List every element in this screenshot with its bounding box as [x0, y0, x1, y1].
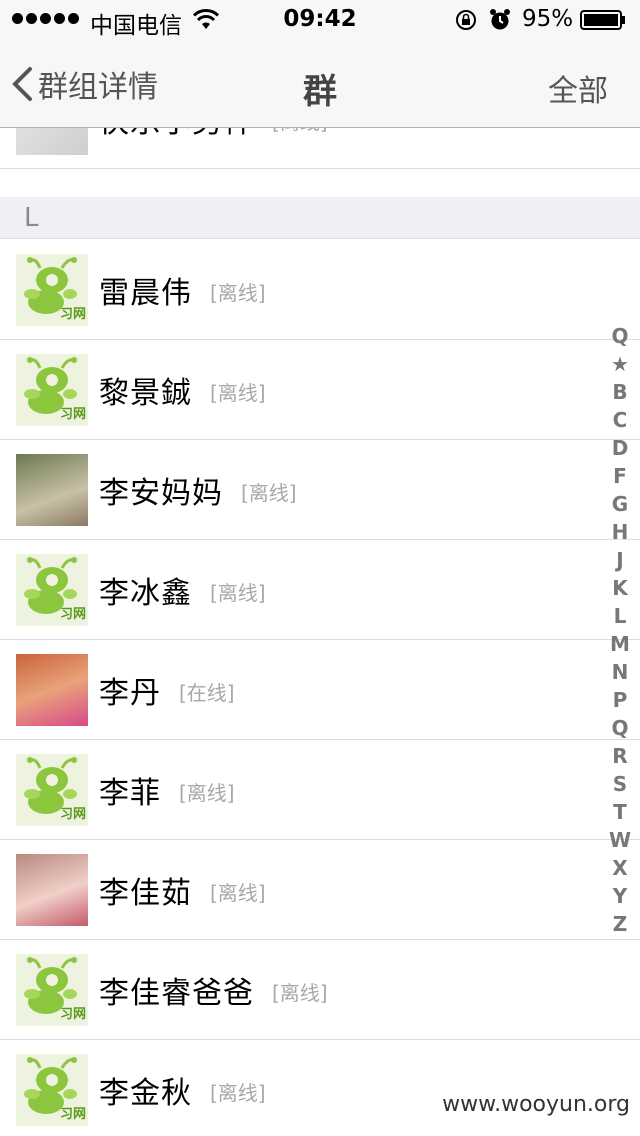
online-status: [离线]	[210, 1081, 266, 1105]
member-row[interactable]: 李佳茹 [离线]	[0, 840, 640, 940]
avatar: 习网	[16, 1054, 88, 1126]
section-letter: L	[24, 203, 39, 233]
member-name: 李安妈妈 [离线]	[99, 468, 297, 512]
avatar	[16, 128, 88, 155]
member-name: 雷晨伟 [离线]	[99, 268, 266, 312]
alarm-icon	[490, 9, 510, 30]
index-letter[interactable]: F	[604, 462, 636, 490]
index-letter[interactable]: T	[604, 798, 636, 826]
member-row[interactable]: 快乐小男神 [离线]	[0, 128, 640, 169]
member-name-text: 李佳茹	[99, 876, 192, 911]
index-letter[interactable]: W	[604, 826, 636, 854]
show-all-button[interactable]: 全部	[548, 66, 608, 110]
avatar	[16, 854, 88, 926]
online-status: [离线]	[210, 381, 266, 405]
member-name: 李冰鑫 [离线]	[99, 568, 266, 612]
alphabet-index[interactable]: Q ★ B C D F G H J K L M N P Q R S T W X Y Z	[604, 322, 636, 938]
back-button[interactable]: 群组详情	[10, 64, 158, 105]
logo-text: 习网	[59, 407, 86, 422]
member-row[interactable]: 习网 李冰鑫 [离线]	[0, 540, 640, 640]
index-star-icon[interactable]: ★	[604, 350, 636, 378]
member-name-text: 黎景鋮	[99, 376, 192, 411]
index-letter[interactable]: R	[604, 742, 636, 770]
member-name-text: 李佳睿爸爸	[99, 976, 254, 1011]
member-name: 李佳茹 [离线]	[99, 868, 266, 912]
index-letter[interactable]: G	[604, 490, 636, 518]
index-letter[interactable]: K	[604, 574, 636, 602]
online-status: [离线]	[241, 481, 297, 505]
member-name-text: 李菲	[99, 776, 161, 811]
member-list[interactable]: L 快乐小男神[离线]习网雷晨伟[离线]习网黎景鋮[离线]李安妈妈[离线]习网李…	[0, 128, 640, 1136]
member-name: 李金秋 [离线]	[99, 1068, 266, 1112]
section-header: L	[0, 197, 640, 239]
member-row[interactable]: 习网 李金秋 [离线]	[0, 1040, 640, 1136]
member-name-text: 雷晨伟	[99, 276, 192, 311]
member-row[interactable]: 李安妈妈 [离线]	[0, 440, 640, 540]
battery-percent: 95%	[522, 6, 574, 32]
watermark: www.wooyun.org	[442, 1092, 630, 1117]
online-status: [在线]	[179, 681, 235, 705]
index-letter[interactable]: J	[604, 546, 636, 574]
index-letter[interactable]: D	[604, 434, 636, 462]
index-letter[interactable]: N	[604, 658, 636, 686]
index-search-icon[interactable]: Q	[604, 322, 636, 350]
avatar: 习网	[16, 354, 88, 426]
online-status: [离线]	[210, 881, 266, 905]
member-name-text: 李金秋	[99, 1076, 192, 1111]
logo-text: 习网	[59, 607, 86, 622]
index-letter[interactable]: Y	[604, 882, 636, 910]
member-name-text: 李冰鑫	[99, 576, 192, 611]
index-letter[interactable]: Z	[604, 910, 636, 938]
index-letter[interactable]: B	[604, 378, 636, 406]
member-row[interactable]: 习网 李菲 [离线]	[0, 740, 640, 840]
index-letter[interactable]: H	[604, 518, 636, 546]
online-status: [离线]	[210, 281, 266, 305]
status-bar: 中国电信 09:42 95%	[0, 0, 640, 40]
back-button-label: 群组详情	[38, 70, 158, 105]
member-row[interactable]: 习网 黎景鋮 [离线]	[0, 340, 640, 440]
index-letter[interactable]: L	[604, 602, 636, 630]
logo-text: 习网	[59, 1107, 86, 1122]
index-letter[interactable]: P	[604, 686, 636, 714]
rotation-lock-icon	[456, 10, 476, 30]
member-name-text: 李安妈妈	[99, 476, 223, 511]
chevron-left-icon	[12, 67, 32, 101]
index-letter[interactable]: C	[604, 406, 636, 434]
online-status: [离线]	[272, 981, 328, 1005]
avatar	[16, 654, 88, 726]
avatar: 习网	[16, 754, 88, 826]
online-status: [离线]	[272, 128, 328, 134]
index-letter[interactable]: M	[604, 630, 636, 658]
member-name: 李丹 [在线]	[99, 668, 235, 712]
avatar: 习网	[16, 954, 88, 1026]
logo-text: 习网	[59, 807, 86, 822]
index-letter[interactable]: Q	[604, 714, 636, 742]
member-name: 黎景鋮 [离线]	[99, 368, 266, 412]
online-status: [离线]	[179, 781, 235, 805]
member-name: 李菲 [离线]	[99, 768, 235, 812]
navigation-bar: 群组详情 群 全部	[0, 40, 640, 128]
battery-icon	[580, 10, 625, 30]
index-letter[interactable]: S	[604, 770, 636, 798]
avatar	[16, 454, 88, 526]
member-name-text: 快乐小男神	[99, 128, 254, 140]
member-name-text: 李丹	[99, 676, 161, 711]
avatar: 习网	[16, 254, 88, 326]
index-letter[interactable]: X	[604, 854, 636, 882]
member-row[interactable]: 李丹 [在线]	[0, 640, 640, 740]
online-status: [离线]	[210, 581, 266, 605]
member-name: 快乐小男神 [离线]	[99, 128, 328, 141]
logo-text: 习网	[59, 307, 86, 322]
avatar: 习网	[16, 554, 88, 626]
member-row[interactable]: 习网 雷晨伟 [离线]	[0, 240, 640, 340]
member-name: 李佳睿爸爸 [离线]	[99, 968, 328, 1012]
logo-text: 习网	[59, 1007, 86, 1022]
member-row[interactable]: 习网 李佳睿爸爸 [离线]	[0, 940, 640, 1040]
